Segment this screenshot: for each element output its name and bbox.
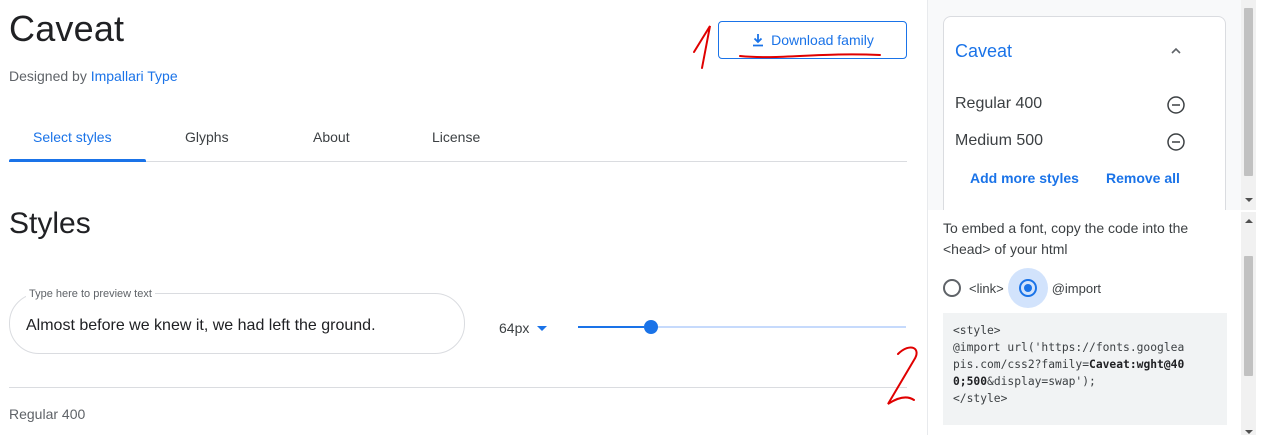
designer-prefix: Designed by — [9, 68, 87, 84]
embed-code-block[interactable]: <style> @import url('https://fonts.googl… — [943, 313, 1227, 425]
embed-type-options: <link> @import — [943, 268, 1102, 308]
font-size-slider[interactable] — [578, 320, 906, 334]
code-line-3-bold: Caveat:wght@40 — [1089, 358, 1185, 371]
slider-track-rest — [644, 326, 906, 328]
font-size-value: 64px — [499, 320, 530, 336]
panel-bottom-scrollbar[interactable] — [1241, 212, 1256, 435]
scrollbar-thumb[interactable] — [1244, 8, 1253, 176]
slider-thumb[interactable] — [644, 320, 658, 334]
add-more-styles-link[interactable]: Add more styles — [970, 170, 1079, 186]
scroll-up-arrow-icon[interactable] — [1245, 219, 1253, 223]
download-family-label: Download family — [771, 32, 874, 48]
code-line-1: <style> — [953, 324, 1001, 337]
code-line-3-text: pis.com/css2?family= — [953, 358, 1090, 371]
embed-instructions: To embed a font, copy the code into the … — [943, 220, 1189, 257]
scroll-down-arrow-icon[interactable] — [1245, 198, 1253, 202]
tab-about[interactable]: About — [313, 129, 350, 145]
code-line-4-text: &display=swap'); — [987, 375, 1096, 388]
code-line-3: pis.com/css2?family=Caveat:wght@40 — [953, 358, 1184, 371]
preview-text-field: Type here to preview text — [9, 288, 465, 354]
designer-link[interactable]: Impallari Type — [91, 68, 178, 84]
panel-top-scrollbar[interactable] — [1241, 0, 1256, 210]
code-line-4-bold: 0;500 — [953, 375, 988, 388]
chevron-up-icon[interactable] — [1169, 44, 1183, 58]
dropdown-caret-icon — [537, 325, 548, 331]
selected-style-regular-400: Regular 400 — [955, 95, 1043, 112]
download-icon — [753, 34, 764, 47]
section-divider — [9, 387, 907, 388]
font-size-dropdown[interactable]: 64px — [499, 320, 548, 336]
scrollbar-thumb[interactable] — [1244, 256, 1253, 376]
download-family-button[interactable]: Download family — [718, 21, 907, 59]
scroll-down-arrow-icon[interactable] — [1245, 430, 1253, 434]
remove-circle-icon[interactable] — [1166, 95, 1186, 115]
tab-glyphs[interactable]: Glyphs — [185, 129, 229, 145]
preview-text-input[interactable] — [26, 317, 456, 335]
import-radio-halo — [1007, 268, 1048, 308]
code-line-5: </style> — [953, 392, 1008, 405]
designer-credit: Designed by Impallari Type — [9, 68, 178, 84]
active-tab-indicator — [9, 159, 146, 162]
panel-family-title[interactable]: Caveat — [955, 41, 1012, 62]
link-radio[interactable] — [943, 279, 961, 297]
font-family-title: Caveat — [9, 8, 125, 49]
selected-style-medium-500: Medium 500 — [955, 132, 1044, 149]
import-radio[interactable] — [1018, 279, 1037, 297]
link-radio-label: <link> — [969, 280, 1004, 296]
page-scrollbar-area — [1256, 0, 1275, 435]
slider-track-fill — [578, 326, 644, 328]
tab-license[interactable]: License — [432, 129, 480, 145]
tab-select-styles[interactable]: Select styles — [33, 129, 112, 145]
style-row-regular-400: Regular 400 — [9, 406, 86, 422]
tab-bar: Select styles Glyphs About License — [9, 118, 907, 162]
remove-all-link[interactable]: Remove all — [1106, 170, 1180, 186]
remove-circle-icon[interactable] — [1166, 132, 1186, 152]
selected-family-panel: Caveat Regular 400 Medium 500 Add more s… — [927, 0, 1241, 435]
styles-heading: Styles — [9, 207, 91, 240]
code-line-2: @import url('https://fonts.googlea — [953, 341, 1185, 354]
code-line-4: 0;500&display=swap'); — [953, 375, 1096, 388]
preview-text-label: Type here to preview text — [26, 288, 155, 300]
import-radio-label: @import — [1051, 280, 1102, 296]
